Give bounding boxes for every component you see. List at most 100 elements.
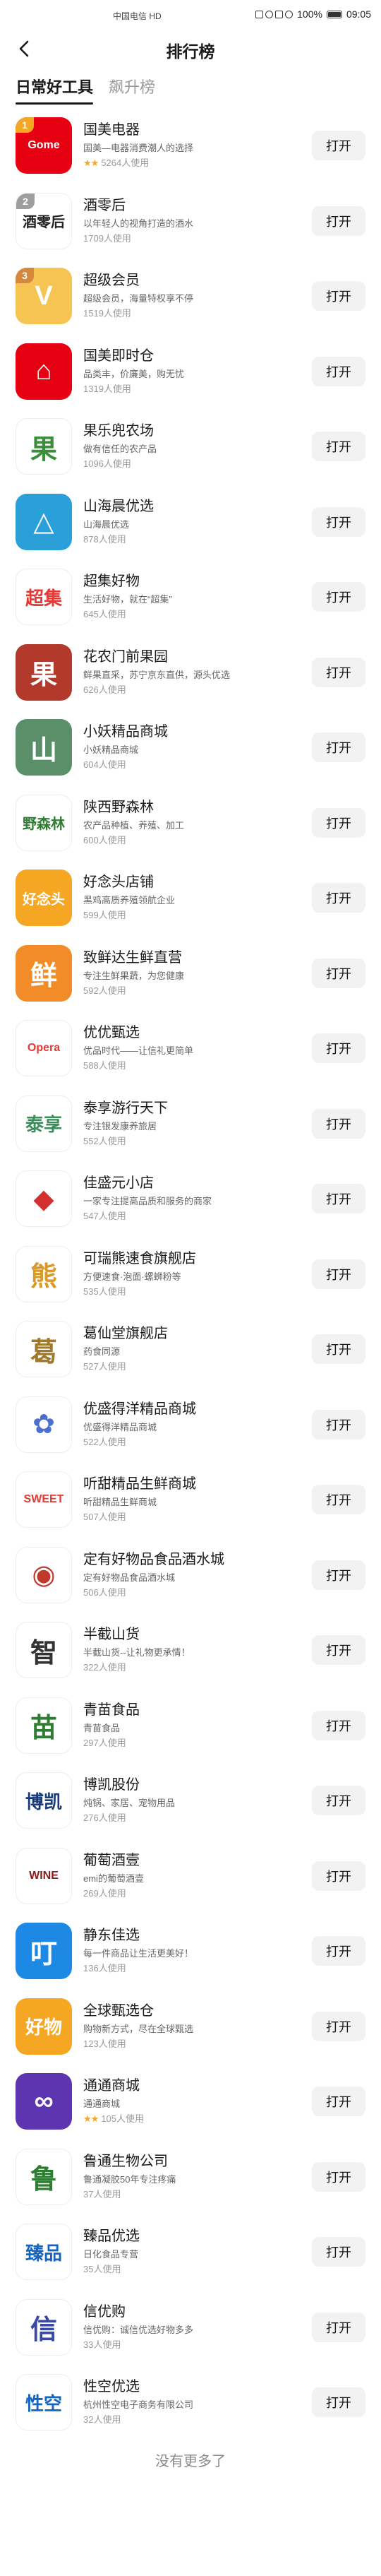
app-icon[interactable]: ✿ bbox=[16, 1396, 72, 1453]
list-item[interactable]: 智 半截山货 半截山货--让礼物更承情！ 322人使用 打开 bbox=[0, 1612, 381, 1687]
list-item[interactable]: 叮 静东佳选 每一件商品让生活更美好！ 136人使用 打开 bbox=[0, 1913, 381, 1988]
app-icon[interactable]: 智 bbox=[16, 1622, 72, 1678]
list-item[interactable]: 信 信优购 信优购：诚信优选好物多多 33人使用 打开 bbox=[0, 2289, 381, 2365]
open-button[interactable]: 打开 bbox=[312, 2011, 365, 2041]
app-icon[interactable]: 鲜 bbox=[16, 944, 72, 1002]
open-button[interactable]: 打开 bbox=[312, 657, 365, 687]
app-icon[interactable]: V3 bbox=[16, 268, 72, 324]
app-icon[interactable]: △ bbox=[16, 493, 72, 550]
list-item[interactable]: ✿ 优盛得洋精品商城 优盛得洋精品商城 522人使用 打开 bbox=[0, 1387, 381, 1462]
app-name[interactable]: 超级会员 bbox=[83, 272, 282, 289]
app-name[interactable]: 果乐兜农场 bbox=[83, 422, 282, 439]
open-button[interactable]: 打开 bbox=[312, 582, 365, 612]
app-icon[interactable]: 鲁 bbox=[16, 2148, 72, 2205]
app-icon[interactable]: Gome 1 bbox=[16, 117, 72, 174]
open-button[interactable]: 打开 bbox=[312, 2161, 365, 2192]
app-icon[interactable]: 博凯 bbox=[16, 1772, 72, 1829]
open-button[interactable]: 打开 bbox=[312, 1334, 365, 1364]
app-name[interactable]: 致鲜达生鲜直营 bbox=[83, 949, 282, 966]
app-icon[interactable]: 熊 bbox=[16, 1245, 72, 1302]
open-button[interactable]: 打开 bbox=[312, 883, 365, 913]
open-button[interactable]: 打开 bbox=[312, 1560, 365, 1590]
list-item[interactable]: 果 果乐兜农场 做有信任的农产品 1096人使用 打开 bbox=[0, 408, 381, 484]
app-name[interactable]: 超集好物 bbox=[83, 573, 282, 590]
app-icon[interactable]: 信 bbox=[16, 2298, 72, 2356]
list-item[interactable]: 果 花农门前果园 鲜果直采，苏宁京东直供，源头优选 626人使用 打开 bbox=[0, 634, 381, 710]
app-name[interactable]: 酒零后 bbox=[83, 197, 282, 214]
list-item[interactable]: 博凯 博凯股份 炖锅、家居、宠物用品 276人使用 打开 bbox=[0, 1762, 381, 1838]
list-item[interactable]: ◉ 定有好物品食品酒水城 定有好物品食品酒水城 506人使用 打开 bbox=[0, 1537, 381, 1613]
list-item[interactable]: ◆ 佳盛元小店 一家专注提高品质和服务的商家 547人使用 打开 bbox=[0, 1161, 381, 1236]
open-button[interactable]: 打开 bbox=[312, 131, 365, 160]
list-item[interactable]: WINE 葡萄酒壹 emi的葡萄酒壹 269人使用 打开 bbox=[0, 1838, 381, 1913]
list-item[interactable]: 臻品 臻品优选 日化食品专营 35人使用 打开 bbox=[0, 2214, 381, 2289]
list-item[interactable]: 酒零后 2 酒零后 以年轻人的视角打造的酒水 1709人使用 打开 bbox=[0, 183, 381, 259]
open-button[interactable]: 打开 bbox=[312, 281, 365, 311]
open-button[interactable]: 打开 bbox=[312, 1259, 365, 1289]
app-name[interactable]: 优盛得洋精品商城 bbox=[83, 1401, 282, 1418]
open-button[interactable]: 打开 bbox=[312, 1108, 365, 1139]
open-button[interactable]: 打开 bbox=[312, 732, 365, 762]
app-name[interactable]: 国美即时仓 bbox=[83, 348, 282, 364]
open-button[interactable]: 打开 bbox=[312, 2087, 365, 2116]
app-name[interactable]: 青苗食品 bbox=[83, 1702, 282, 1719]
list-item[interactable]: V 3 超级会员 超级会员，海量特权享不停 1519人使用 打开 bbox=[0, 258, 381, 333]
app-name[interactable]: 葛仙堂旗舰店 bbox=[83, 1325, 282, 1342]
app-icon[interactable]: 超集 bbox=[16, 569, 72, 625]
app-icon[interactable]: 泰享 bbox=[16, 1095, 72, 1152]
list-item[interactable]: 苗青苗食品 青苗食品 297人使用 打开 bbox=[0, 1687, 381, 1763]
app-icon[interactable]: ◉ bbox=[16, 1546, 72, 1603]
list-item[interactable]: 野森林 陕西野森林 农产品种植、养殖、加工 600人使用 打开 bbox=[0, 785, 381, 860]
open-button[interactable]: 打开 bbox=[312, 356, 365, 386]
tab-rising[interactable]: 飙升榜 bbox=[109, 75, 155, 105]
app-icon[interactable]: WINE bbox=[16, 1847, 72, 1904]
app-icon[interactable]: ⌂ bbox=[16, 343, 72, 400]
app-name[interactable]: 通通商城 bbox=[83, 2077, 282, 2094]
open-button[interactable]: 打开 bbox=[312, 1860, 365, 1891]
tab-daily-tools[interactable]: 日常好工具 bbox=[16, 75, 94, 105]
open-button[interactable]: 打开 bbox=[312, 1033, 365, 1063]
app-icon[interactable]: 野森林 bbox=[16, 794, 72, 851]
list-item[interactable]: 性空 性空优选 杭州性空电子商务有限公司 32人使用 打开 bbox=[0, 2364, 381, 2440]
app-name[interactable]: 臻品优选 bbox=[83, 2228, 282, 2245]
open-button[interactable]: 打开 bbox=[312, 1485, 365, 1514]
list-item[interactable]: 好念头 好念头店铺 黑鸡高质养殖领航企业 599人使用 打开 bbox=[0, 860, 381, 935]
app-name[interactable]: 可瑞熊速食旗舰店 bbox=[83, 1250, 282, 1267]
list-item[interactable]: Opera 优优甄选 优品时代——让信礼更简单 588人使用 打开 bbox=[0, 1010, 381, 1086]
app-name[interactable]: 听甜精品生鲜商城 bbox=[83, 1476, 282, 1492]
app-icon[interactable]: 酒零后 2 bbox=[16, 192, 72, 249]
app-icon[interactable]: 果 bbox=[16, 643, 72, 701]
open-button[interactable]: 打开 bbox=[312, 807, 365, 838]
open-button[interactable]: 打开 bbox=[312, 1936, 365, 1966]
app-icon[interactable]: 山 bbox=[16, 719, 72, 776]
app-name[interactable]: 国美电器 bbox=[83, 121, 282, 138]
open-button[interactable]: 打开 bbox=[312, 2237, 365, 2267]
list-item[interactable]: Gome 1 国美电器国美—电器消费潮人的选择 ★★25264人使用 打开 bbox=[0, 107, 381, 183]
app-name[interactable]: 鲁通生物公司 bbox=[83, 2153, 282, 2170]
list-item[interactable]: 山小妖精品商城 小妖精品商城 604人使用 打开 bbox=[0, 709, 381, 785]
app-name[interactable]: 静东佳选 bbox=[83, 1927, 282, 1944]
app-icon[interactable]: 臻品 bbox=[16, 2224, 72, 2280]
app-name[interactable]: 佳盛元小店 bbox=[83, 1175, 282, 1192]
app-icon[interactable]: 葛 bbox=[16, 1321, 72, 1377]
app-icon[interactable]: 果 bbox=[16, 418, 72, 475]
open-button[interactable]: 打开 bbox=[312, 1184, 365, 1213]
app-name[interactable]: 性空优选 bbox=[83, 2378, 282, 2395]
app-icon[interactable]: 好物 bbox=[16, 1998, 72, 2055]
app-name[interactable]: 山海晨优选 bbox=[83, 498, 282, 515]
list-item[interactable]: 好物 全球甄选仓 购物新方式，尽在全球甄选 123人使用 打开 bbox=[0, 1988, 381, 2064]
list-item[interactable]: ⌂ 国美即时仓 品类丰，价廉美，购无忧 1319人使用 打开 bbox=[0, 333, 381, 409]
open-button[interactable]: 打开 bbox=[312, 1786, 365, 1815]
app-icon[interactable]: 好念头 bbox=[16, 869, 72, 926]
list-item[interactable]: SWEET 听甜精品生鲜商城 听甜精品生鲜商城 507人使用 打开 bbox=[0, 1461, 381, 1537]
app-name[interactable]: 全球甄选仓 bbox=[83, 2002, 282, 2019]
list-item[interactable]: ∞通通商城通通商城★★2105人使用打开 bbox=[0, 2063, 381, 2139]
app-name[interactable]: 信优购 bbox=[83, 2303, 282, 2320]
app-icon[interactable]: Opera bbox=[16, 1020, 72, 1076]
list-item[interactable]: 熊 可瑞熊速食旗舰店 方便速食·泡面·螺蛳粉等 535人使用 打开 bbox=[0, 1236, 381, 1312]
app-icon[interactable]: ∞ bbox=[16, 2073, 72, 2130]
app-name[interactable]: 定有好物品食品酒水城 bbox=[83, 1551, 282, 1568]
list-item[interactable]: 超集 超集好物 生活好物，就在“超集” 645人使用 打开 bbox=[0, 559, 381, 634]
open-button[interactable]: 打开 bbox=[312, 1409, 365, 1440]
app-icon[interactable]: 叮 bbox=[16, 1923, 72, 1979]
